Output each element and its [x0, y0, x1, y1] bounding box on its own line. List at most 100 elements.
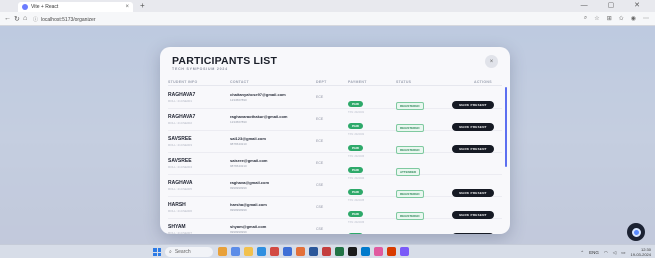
- modal-subtitle: TECH SYMPOSIUM 2024: [172, 67, 228, 71]
- search-placeholder: Search: [174, 249, 191, 255]
- app-page: PARTICIPANTS LIST TECH SYMPOSIUM 2024 × …: [0, 26, 655, 244]
- os-taskbar: ⌕ Search ⌃ ENG ◠ ◁ ▭ 12:30 19-03-2024: [0, 244, 655, 258]
- contact-cell: saisree@gmail.com 9876543210: [230, 158, 267, 168]
- chrome-browser-icon[interactable]: [270, 247, 279, 256]
- windows-start-icon[interactable]: [153, 248, 161, 256]
- contact-cell: raghavaraothakur@gmail.com 1234567890: [230, 114, 287, 124]
- contact-cell: shyam@gmail.com 9999999999: [230, 224, 266, 234]
- chevron-up-icon[interactable]: ⌃: [580, 250, 584, 256]
- excel-app-icon[interactable]: [335, 247, 344, 256]
- dept-cell: CSE: [316, 205, 324, 209]
- url-field[interactable]: ⓘ localhost:5173/organizer: [33, 15, 553, 24]
- extensions-icon[interactable]: ⊞: [607, 15, 612, 22]
- student-name: HARSH: [168, 202, 186, 208]
- close-icon[interactable]: ×: [485, 55, 498, 68]
- mark-present-button[interactable]: MARK PRESENT: [452, 123, 494, 131]
- participants-table-body: RAGHAVA7 ROLL: 21CSE001 chaitanyahcse97@gm…: [168, 87, 502, 234]
- task-view-icon[interactable]: [231, 247, 240, 256]
- teams-app-icon[interactable]: [400, 247, 409, 256]
- favorite-star-icon[interactable]: ☆: [594, 15, 599, 22]
- volume-icon[interactable]: ◁: [613, 250, 616, 256]
- file-explorer-icon[interactable]: [244, 247, 253, 256]
- payment-badge: PAID: [348, 145, 363, 151]
- mark-present-button[interactable]: MARK PRESENT: [452, 145, 494, 153]
- student-info-cell: SHYAM ROLL: 21CSE007: [168, 224, 192, 234]
- table-row: SAVSREE ROLL: 21CSE004 saisree@gmail.com 98…: [168, 153, 502, 180]
- mark-present-button[interactable]: MARK PRESENT: [452, 189, 494, 197]
- student-phone: 9876543210: [230, 164, 247, 168]
- payment-badge: PAID: [348, 167, 363, 173]
- student-info-cell: RAGHAVA7 ROLL: 21CSE001: [168, 92, 195, 103]
- dept-cell: ECE: [316, 117, 324, 121]
- favorites-icon[interactable]: ✩: [619, 15, 624, 22]
- student-name: SAVSREE: [168, 136, 192, 142]
- url-text: localhost:5173/organizer: [41, 16, 96, 23]
- contact-cell: raghava@gmail.com 9999999999: [230, 180, 269, 190]
- clock[interactable]: 12:30 19-03-2024: [630, 247, 651, 257]
- student-info-cell: SAVSREE ROLL: 21CSE004: [168, 158, 192, 169]
- tab-close-icon[interactable]: ×: [125, 4, 129, 10]
- taskbar-search[interactable]: ⌕ Search: [165, 247, 213, 257]
- table-row: RAGHAVA7 ROLL: 21CSE002 raghavaraothakur@g…: [168, 109, 502, 136]
- home-icon[interactable]: ⌂: [23, 15, 27, 22]
- new-tab-button[interactable]: +: [140, 2, 145, 10]
- zoom-icon[interactable]: ⌕: [584, 15, 587, 22]
- edge-browser-icon[interactable]: [257, 247, 266, 256]
- student-roll: ROLL: 21CSE003: [168, 143, 193, 147]
- table-scrollbar[interactable]: [505, 87, 507, 167]
- vite-favicon-icon: [22, 4, 28, 10]
- student-roll: ROLL: 21CSE007: [168, 231, 193, 234]
- reload-icon[interactable]: ↻: [14, 15, 20, 23]
- student-info-cell: RAGHAVA ROLL: 21CSE005: [168, 180, 193, 191]
- clock-date: 19-03-2024: [630, 251, 651, 257]
- dept-cell: CSE: [316, 227, 324, 231]
- student-email: saisree@gmail.com: [230, 158, 268, 163]
- student-phone: 9876543210: [230, 142, 247, 146]
- student-name: SAVSREE: [168, 158, 192, 164]
- office-app-icon[interactable]: [296, 247, 305, 256]
- widgets-app-icon[interactable]: [218, 247, 227, 256]
- browser-toolbar: ⌕ ☆ ⊞ ✩ ◉ ⋯: [584, 15, 649, 22]
- student-info-cell: HARSH ROLL: 21CSE006: [168, 202, 192, 213]
- wifi-icon[interactable]: ◠: [604, 250, 608, 256]
- git-app-icon[interactable]: [387, 247, 396, 256]
- mark-present-button[interactable]: MARK PRESENT: [452, 101, 494, 109]
- taskbar-apps: [218, 247, 409, 256]
- payment-badge: PAID: [348, 233, 363, 234]
- header-actions: ACTIONS: [474, 80, 492, 84]
- student-info-cell: RAGHAVA7 ROLL: 21CSE002: [168, 114, 195, 125]
- address-bar-row: ← ↻ ⌂ ⓘ localhost:5173/organizer ⌕ ☆ ⊞ ✩…: [0, 12, 655, 26]
- mark-present-button[interactable]: MARK PRESENT: [452, 211, 494, 219]
- payment-badge: PAID: [348, 123, 363, 129]
- powerpoint-app-icon[interactable]: [322, 247, 331, 256]
- student-phone: 1234567890: [230, 98, 247, 102]
- table-header: STUDENT INFO CONTACT DEPT PAYMENT STATUS…: [168, 78, 502, 86]
- vscode-app-icon[interactable]: [361, 247, 370, 256]
- student-roll: ROLL: 21CSE005: [168, 187, 193, 191]
- student-email: harsha@gmail.com: [230, 202, 267, 207]
- table-row: RAGHAVA7 ROLL: 21CSE001 chaitanyahcse97@gm…: [168, 87, 502, 114]
- store-app-icon[interactable]: [283, 247, 292, 256]
- student-name: RAGHAVA7: [168, 114, 196, 120]
- student-name: SHYAM: [168, 224, 186, 230]
- browser-tab[interactable]: Vite + React ×: [18, 2, 133, 12]
- more-menu-icon[interactable]: ⋯: [643, 15, 649, 22]
- word-app-icon[interactable]: [309, 247, 318, 256]
- dept-cell: ECE: [316, 161, 324, 165]
- media-app-icon[interactable]: [374, 247, 383, 256]
- chat-assistant-button[interactable]: [627, 223, 645, 241]
- window-controls[interactable]: — ▢ ✕: [581, 1, 649, 9]
- dept-cell: ECE: [316, 95, 324, 99]
- language-indicator[interactable]: ENG: [589, 250, 599, 255]
- payment-badge: PAID: [348, 211, 363, 217]
- profile-icon[interactable]: ◉: [631, 15, 636, 22]
- chat-bubble-icon: [631, 227, 641, 237]
- browser-tab-strip: Vite + React × + — ▢ ✕: [0, 0, 655, 12]
- back-arrow-icon[interactable]: ←: [4, 15, 11, 22]
- terminal-app-icon[interactable]: [348, 247, 357, 256]
- mark-present-button[interactable]: MARK PRESENT: [452, 233, 494, 234]
- battery-icon[interactable]: ▭: [621, 250, 625, 256]
- modal-title: PARTICIPANTS LIST: [172, 55, 278, 67]
- participants-modal: PARTICIPANTS LIST TECH SYMPOSIUM 2024 × …: [160, 47, 510, 234]
- dept-cell: CSE: [316, 183, 324, 187]
